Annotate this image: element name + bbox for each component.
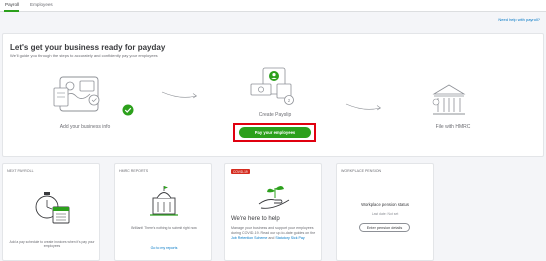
job-retention-scheme-link[interactable]: Job Retention Scheme xyxy=(231,236,267,240)
payslip-icon: 2 xyxy=(250,67,294,105)
step-complete-check-icon xyxy=(122,104,134,116)
workplace-pension-card: WORKPLACE PENSION Workplace pension stat… xyxy=(336,163,434,261)
tab-employees[interactable]: Employees xyxy=(30,2,53,7)
hmrc-building-icon xyxy=(432,84,466,115)
go-to-reports-link[interactable]: Go to my reports xyxy=(121,246,207,250)
top-tab-bar: Payroll Employees xyxy=(0,0,546,12)
payroll-help-link[interactable]: Need help with payroll? xyxy=(498,17,540,22)
government-building-icon xyxy=(150,186,178,216)
stopwatch-calendar-icon xyxy=(35,192,70,224)
tab-payroll[interactable]: Payroll xyxy=(5,2,19,7)
covid-help-text: Manage your business and support your em… xyxy=(231,226,319,240)
hand-plant-icon xyxy=(258,186,290,209)
step-create-payslip: Create Payslip xyxy=(258,112,292,118)
highlight-annotation-box xyxy=(233,123,316,142)
next-payroll-card: NEXT PAYROLL Add a pay schedule to creat… xyxy=(2,163,100,261)
step-add-business-info: Add your business info xyxy=(59,124,111,130)
covid-help-title: We're here to help xyxy=(231,216,280,222)
business-info-icon xyxy=(53,76,100,112)
covid-badge: COVID-19 xyxy=(231,169,250,174)
active-tab-indicator xyxy=(4,10,19,12)
covid-help-card: COVID-19 We're here to help Manage your … xyxy=(224,163,322,261)
pension-status-label: Workplace pension status xyxy=(361,202,409,207)
hmrc-reports-card: HMRC REPORTS Brilliant! There's nothing … xyxy=(114,163,212,261)
next-payroll-title: NEXT PAYROLL xyxy=(7,169,34,173)
covid-help-and: and xyxy=(268,235,275,240)
next-payroll-text: Add a pay schedule to create invoices wh… xyxy=(9,240,95,249)
hmrc-reports-title: HMRC REPORTS xyxy=(119,169,149,173)
step-arrow-icon xyxy=(161,91,198,99)
setup-subtitle: We'll guide you through the steps to acc… xyxy=(10,53,158,58)
setup-title: Let's get your business ready for payday xyxy=(10,43,166,52)
step-arrow-icon xyxy=(345,103,382,111)
enter-pension-details-button[interactable]: Enter pension details xyxy=(359,223,410,232)
statutory-sick-pay-link[interactable]: Statutory Sick Pay xyxy=(275,236,304,240)
step-file-with-hmrc: File with HMRC xyxy=(435,124,471,130)
pension-last-date: Last date: Not set xyxy=(371,212,399,216)
hmrc-reports-text: Brilliant! There's nothing to submit rig… xyxy=(131,226,197,230)
covid-help-body: Manage your business and support your em… xyxy=(231,226,316,235)
workplace-pension-title: WORKPLACE PENSION xyxy=(341,169,382,173)
